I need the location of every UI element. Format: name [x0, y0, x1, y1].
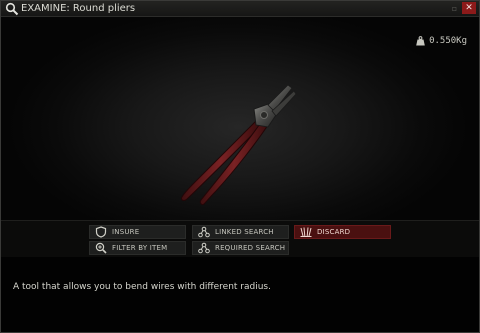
item-description: A tool that allows you to bend wires wit…	[13, 282, 271, 292]
discard-label: DISCARD	[317, 228, 351, 236]
examine-window: EXAMINE: Round pliers ▫ ✕ 0.550Kg INSURE…	[0, 0, 480, 333]
insure-button[interactable]: INSURE	[89, 225, 186, 239]
close-button[interactable]: ✕	[462, 2, 476, 14]
round-pliers-image[interactable]	[176, 81, 296, 206]
description-panel: A tool that allows you to bend wires wit…	[1, 257, 479, 332]
weight-icon	[416, 36, 425, 46]
shield-icon	[95, 226, 107, 238]
required-search-button[interactable]: REQUIRED SEARCH	[192, 241, 289, 255]
discard-button[interactable]: DISCARD	[294, 225, 391, 239]
required-search-label: REQUIRED SEARCH	[215, 244, 286, 252]
linked-search-icon	[198, 226, 210, 238]
required-search-icon	[198, 242, 210, 254]
magnifier-plus-icon	[95, 242, 107, 254]
search-icon	[5, 2, 19, 16]
filter-by-item-button[interactable]: FILTER BY ITEM	[89, 241, 186, 255]
weight-indicator: 0.550Kg	[416, 35, 467, 47]
title-bar[interactable]: EXAMINE: Round pliers ▫ ✕	[1, 1, 479, 17]
item-preview-area[interactable]: 0.550Kg	[1, 17, 479, 220]
insure-label: INSURE	[112, 228, 140, 236]
action-bar: INSURE LINKED SEARCH DISCARD FILTER BY I…	[1, 220, 479, 258]
linked-search-button[interactable]: LINKED SEARCH	[192, 225, 289, 239]
item-weight: 0.550Kg	[429, 36, 467, 46]
discard-icon	[300, 227, 312, 237]
minimize-button[interactable]: ▫	[449, 3, 460, 14]
linked-search-label: LINKED SEARCH	[215, 228, 274, 236]
window-title: EXAMINE: Round pliers	[21, 3, 136, 14]
filter-by-item-label: FILTER BY ITEM	[112, 244, 168, 252]
